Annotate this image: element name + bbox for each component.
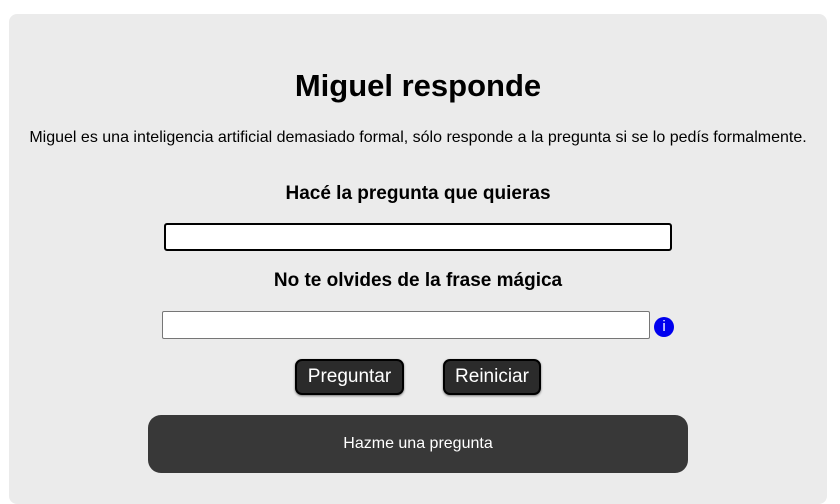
page-description: Miguel es una inteligencia artificial de… [29,129,807,146]
ask-button[interactable]: Preguntar [295,359,404,395]
main-card: Miguel responde Miguel es una inteligenc… [9,14,827,504]
magic-phrase-label: No te olvides de la frase mágica [273,270,563,291]
reset-button[interactable]: Reiniciar [443,359,541,395]
question-input[interactable] [164,223,672,251]
page-title: Miguel responde [294,68,542,103]
info-icon[interactable]: i [654,317,674,337]
magic-phrase-input[interactable] [162,311,650,339]
answer-box: Hazme una pregunta [148,415,688,473]
question-label: Hacé la pregunta que quieras [285,183,551,204]
